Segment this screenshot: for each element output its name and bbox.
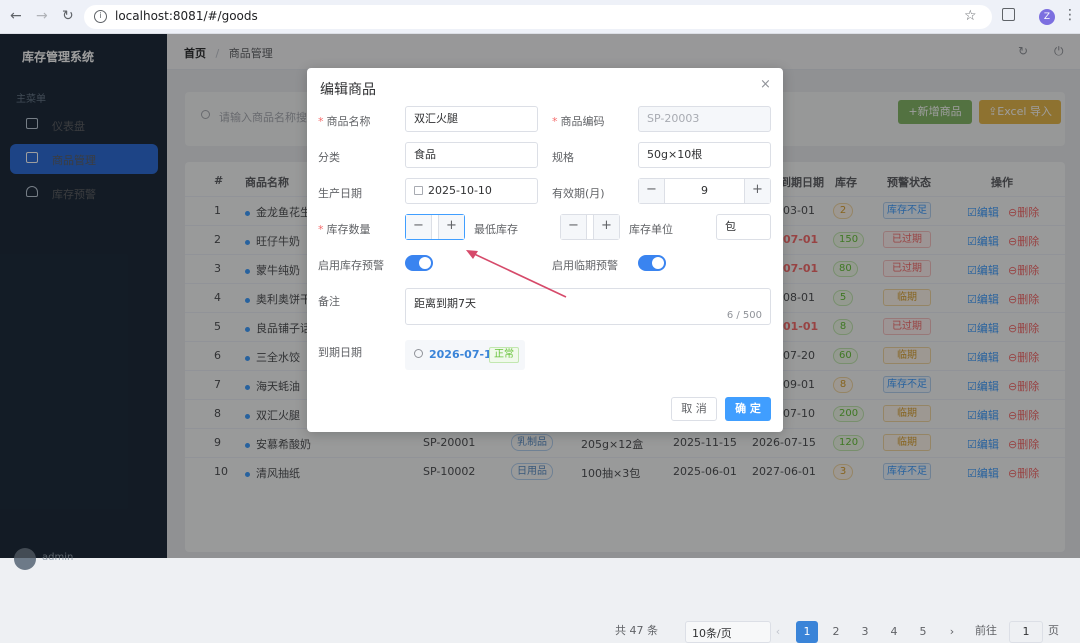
jump-label: 前往 [975,624,997,637]
category-label: 分类 [318,151,340,164]
browser-toolbar: ← → ↻ i localhost:8081/#/goods ☆ Z ⋮ [0,0,1080,34]
edit-goods-dialog: 编辑商品 × * 商品名称 双汇火腿 * 商品编码 SP-20003 分类 食品 规… [307,68,783,432]
spec-input[interactable]: 50g×10根 [638,142,771,168]
production-date-value: 2025-10-10 [428,184,492,197]
category-input[interactable]: 食品 [405,142,538,168]
min-stock-label: 最低库存 [474,223,518,236]
name-label: * 商品名称 [318,115,371,128]
page-3[interactable]: 3 [854,621,876,643]
back-icon[interactable]: ← [10,8,22,24]
unit-input[interactable]: 包 [716,214,771,240]
stock-alert-label: 启用库存预警 [318,259,384,272]
cancel-button[interactable]: 取 消 [671,397,717,421]
clock-icon [414,349,423,358]
confirm-button[interactable]: 确 定 [725,397,771,421]
remark-counter: 6 / 500 [726,310,762,321]
jump-input[interactable]: 1 [1009,621,1043,643]
more-menu-icon[interactable]: ⋮ [1063,7,1077,23]
extensions-icon[interactable] [1002,8,1015,21]
production-date-picker[interactable]: 2025-10-10 [405,178,538,204]
page-2[interactable]: 2 [825,621,847,643]
forward-icon[interactable]: → [36,8,48,24]
address-bar[interactable]: i localhost:8081/#/goods ☆ [84,5,992,29]
increment-button[interactable]: + [744,179,770,203]
next-page-icon[interactable]: › [941,621,963,643]
shelf-life-label: 有效期(月) [552,187,605,200]
prev-page-icon[interactable]: ‹ [767,621,789,643]
page-1[interactable]: 1 [796,621,818,643]
stock-alert-toggle[interactable] [405,255,433,271]
close-icon[interactable]: × [760,77,771,92]
url-text[interactable]: localhost:8081/#/goods [115,9,258,23]
remark-label: 备注 [318,295,340,308]
dialog-title: 编辑商品 [320,82,376,98]
code-input[interactable]: SP-20003 [638,106,771,132]
spec-label: 规格 [552,151,574,164]
expiry-status-badge: 正常 [489,347,519,363]
calendar-icon [414,186,423,195]
unit-label: 库存单位 [629,223,673,236]
jump-suffix: 页 [1048,624,1059,637]
quantity-label: * 库存数量 [318,223,371,236]
page-size-value: 10条/页 [692,627,732,640]
reload-icon[interactable]: ↻ [62,8,74,24]
profile-avatar[interactable]: Z [1039,9,1055,25]
expiry-date-display: 2026-07-10 正常 [405,340,525,370]
quantity-stepper[interactable]: − + [405,214,465,240]
shelf-life-value: 9 [701,184,708,197]
info-icon[interactable]: i [94,10,107,23]
page-5[interactable]: 5 [912,621,934,643]
min-stock-stepper[interactable]: − + [560,214,620,240]
page-size-select[interactable]: 10条/页 [685,621,771,643]
remark-textarea[interactable]: 距离到期7天 6 / 500 [405,288,771,325]
code-label: * 商品编码 [552,115,605,128]
expiry-alert-label: 启用临期预警 [552,259,618,272]
decrement-button[interactable]: − [639,179,665,203]
production-date-label: 生产日期 [318,187,362,200]
name-input[interactable]: 双汇火腿 [405,106,538,132]
expiry-date-label: 到期日期 [318,346,362,359]
increment-button[interactable]: + [438,215,464,239]
bookmark-star-icon[interactable]: ☆ [964,8,977,24]
page-4[interactable]: 4 [883,621,905,643]
expiry-alert-toggle[interactable] [638,255,666,271]
decrement-button[interactable]: − [561,215,587,239]
increment-button[interactable]: + [593,215,619,239]
shelf-life-stepper[interactable]: − 9 + [638,178,771,204]
remark-text: 距离到期7天 [414,297,476,310]
decrement-button[interactable]: − [406,215,432,239]
pagination-total: 共 47 条 [615,624,658,637]
